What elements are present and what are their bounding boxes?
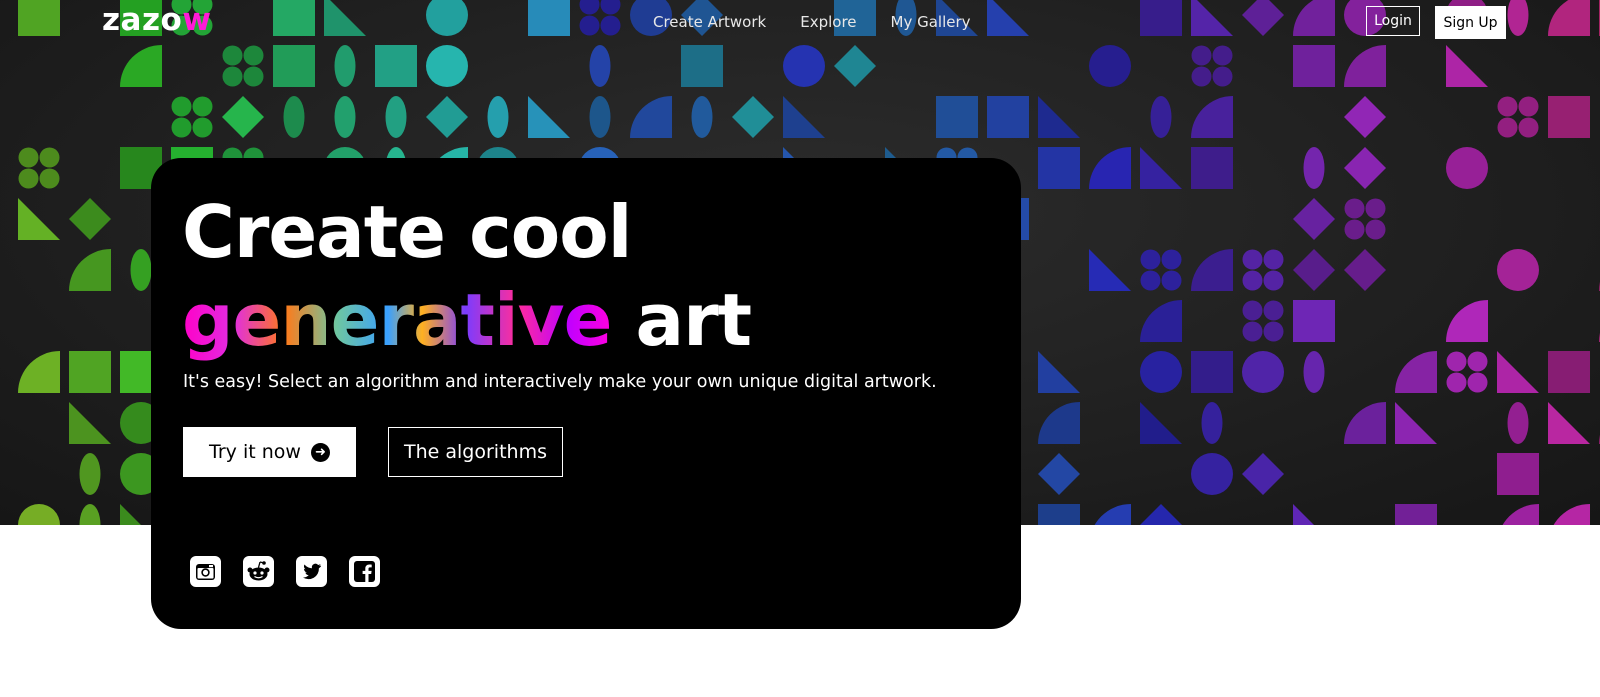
nav-link-explore[interactable]: Explore: [800, 13, 856, 31]
top-navigation: zazow Create Artwork Explore My Gallery …: [0, 0, 1600, 44]
headline-rest: art: [611, 278, 752, 362]
social-links: [190, 556, 380, 587]
logo[interactable]: zazow: [102, 2, 211, 38]
hero-subtitle: It's easy! Select an algorithm and inter…: [183, 372, 937, 392]
nav-link-my-gallery[interactable]: My Gallery: [891, 13, 971, 31]
algorithms-button[interactable]: The algorithms: [388, 427, 563, 477]
try-it-now-label: Try it now: [209, 441, 301, 463]
facebook-icon[interactable]: [349, 556, 380, 587]
hero-card: Create cool generative art It's easy! Se…: [151, 158, 1021, 629]
headline-line1: Create cool: [182, 190, 632, 274]
instagram-icon[interactable]: [190, 556, 221, 587]
arrow-circle-right-icon: ➜: [310, 442, 330, 462]
login-button[interactable]: Login: [1366, 6, 1420, 36]
twitter-icon[interactable]: [296, 556, 327, 587]
signup-button[interactable]: Sign Up: [1435, 6, 1506, 39]
nav-links: Create Artwork Explore My Gallery: [653, 13, 1005, 31]
nav-link-create-artwork[interactable]: Create Artwork: [653, 13, 766, 31]
headline: Create cool generative art: [182, 188, 752, 364]
try-it-now-button[interactable]: Try it now ➜: [183, 427, 356, 477]
reddit-icon[interactable]: [243, 556, 274, 587]
headline-gradient-word: generative: [182, 278, 612, 362]
